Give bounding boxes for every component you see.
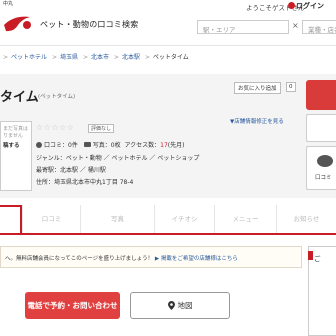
photo-box-line1: まだ写真は (3, 126, 29, 132)
sidebar-accent-mark (308, 251, 313, 260)
stats-line: 口コミ：0件 写真：0枚 アクセス数：17(先月) (36, 140, 184, 149)
rating-badge: 評価なし (88, 124, 115, 133)
review-side-label: 口コミ (315, 175, 332, 181)
breadcrumb-separator: > (3, 54, 9, 61)
shop-kana: (ペットタイム) (38, 94, 76, 100)
keyword-search-placeholder: 業種・店名 (308, 26, 336, 34)
reviews-count[interactable]: 0件 (68, 142, 78, 149)
logo-caption: 中丸 (3, 1, 14, 7)
shop-name: タイム (0, 90, 39, 105)
search-separator: × (292, 21, 299, 30)
tab-photos[interactable]: 写真 (80, 205, 154, 233)
breadcrumb-current: ペットタイム (152, 54, 189, 61)
breadcrumb: > ペットホテル > 埼玉県 > 北本市 > 北本駅 > ペットタイム (0, 52, 189, 61)
listing-request-link[interactable]: ▶ 掲載をご希望の店舗様はこちら (155, 256, 238, 262)
station-line: 最寄駅：北本駅 ／ 桶川駅 (36, 167, 106, 174)
area-search-input[interactable]: 駅・エリア (197, 20, 289, 34)
site-header: 中丸 ペット・動物の口コミ検索 ようこそゲストさん ログイン 駅・エリア × 業… (0, 0, 336, 46)
login-label: ログイン (296, 2, 324, 10)
tab-top[interactable] (0, 205, 22, 233)
breadcrumb-item-pet-hotel[interactable]: ペットホテル (11, 54, 47, 61)
rating-stars: ☆☆☆☆☆ (36, 123, 75, 132)
camera-icon (83, 142, 91, 147)
right-box-title: ご (314, 255, 321, 263)
map-pin-icon (167, 301, 175, 310)
site-title[interactable]: ペット・動物の口コミ検索 (40, 19, 138, 30)
tab-reviews[interactable]: 口コミ (22, 205, 80, 233)
tab-featured[interactable]: イチオシ (154, 205, 214, 233)
notice-text: へ。無料店舗会員になってこのページを盛り上げましょう！ (5, 256, 154, 262)
side-panel-top[interactable] (306, 114, 336, 142)
photos-label: 写真： (92, 142, 111, 149)
breadcrumb-item-kitamoto-station[interactable]: 北本駅 (122, 54, 140, 61)
access-label: アクセス数： (124, 142, 161, 149)
photo-box-line3[interactable]: 稿する (3, 143, 29, 150)
breadcrumb-item-kitamoto-city[interactable]: 北本市 (91, 54, 109, 61)
breadcrumb-separator: > (82, 54, 88, 61)
genre-line: ジャンル：ペット・動物 ／ ペットホテル ／ ペットショップ (36, 155, 200, 162)
access-count: 17 (160, 142, 168, 149)
area-search-placeholder: 駅・エリア (203, 26, 236, 34)
login-link[interactable]: ログイン (288, 1, 324, 11)
breadcrumb-separator: > (144, 54, 150, 61)
reviews-label: 口コミ： (44, 142, 69, 149)
review-side-button[interactable]: 口コミ (306, 146, 336, 190)
tab-menu[interactable]: メニュー (214, 205, 276, 233)
review-icon (36, 142, 42, 148)
address-line: 住所：埼玉県北本市中丸1丁目 78-4 (36, 179, 134, 186)
tab-news[interactable]: お知らせ (276, 205, 336, 233)
right-sidebar-box: ご (308, 246, 336, 336)
speech-bubble-icon (317, 155, 333, 167)
post-photo-box[interactable]: まだ写真は りません 稿する (0, 121, 32, 191)
breadcrumb-item-saitama[interactable]: 埼玉県 (60, 54, 78, 61)
edit-info-link[interactable]: ▼店舗情報修正を見る (230, 117, 284, 125)
favorite-count: 0 (286, 82, 296, 92)
map-button-label: 地図 (177, 301, 193, 310)
map-button[interactable]: 地図 (130, 292, 230, 319)
photo-box-line2: りません (3, 133, 23, 139)
phone-reserve-button[interactable]: 電話で予約・お問い合わせ (25, 292, 120, 319)
access-unit: (先月) (167, 142, 185, 149)
keyword-search-input[interactable]: 業種・店名 (302, 20, 336, 34)
breadcrumb-separator: > (113, 54, 119, 61)
breadcrumb-separator: > (51, 54, 57, 61)
add-favorite-button[interactable]: お気に入り追加 (234, 82, 281, 94)
site-logo-icon[interactable] (0, 12, 36, 36)
shop-tabs: 口コミ 写真 イチオシ メニュー お知らせ (0, 205, 336, 235)
member-notice: へ。無料店舗会員になってこのページを盛り上げましょう！ ▶ 掲載をご希望の店舗様… (0, 246, 302, 268)
login-icon (288, 2, 295, 9)
photos-count[interactable]: 0枚 (111, 142, 121, 149)
side-action-button[interactable] (306, 80, 336, 110)
